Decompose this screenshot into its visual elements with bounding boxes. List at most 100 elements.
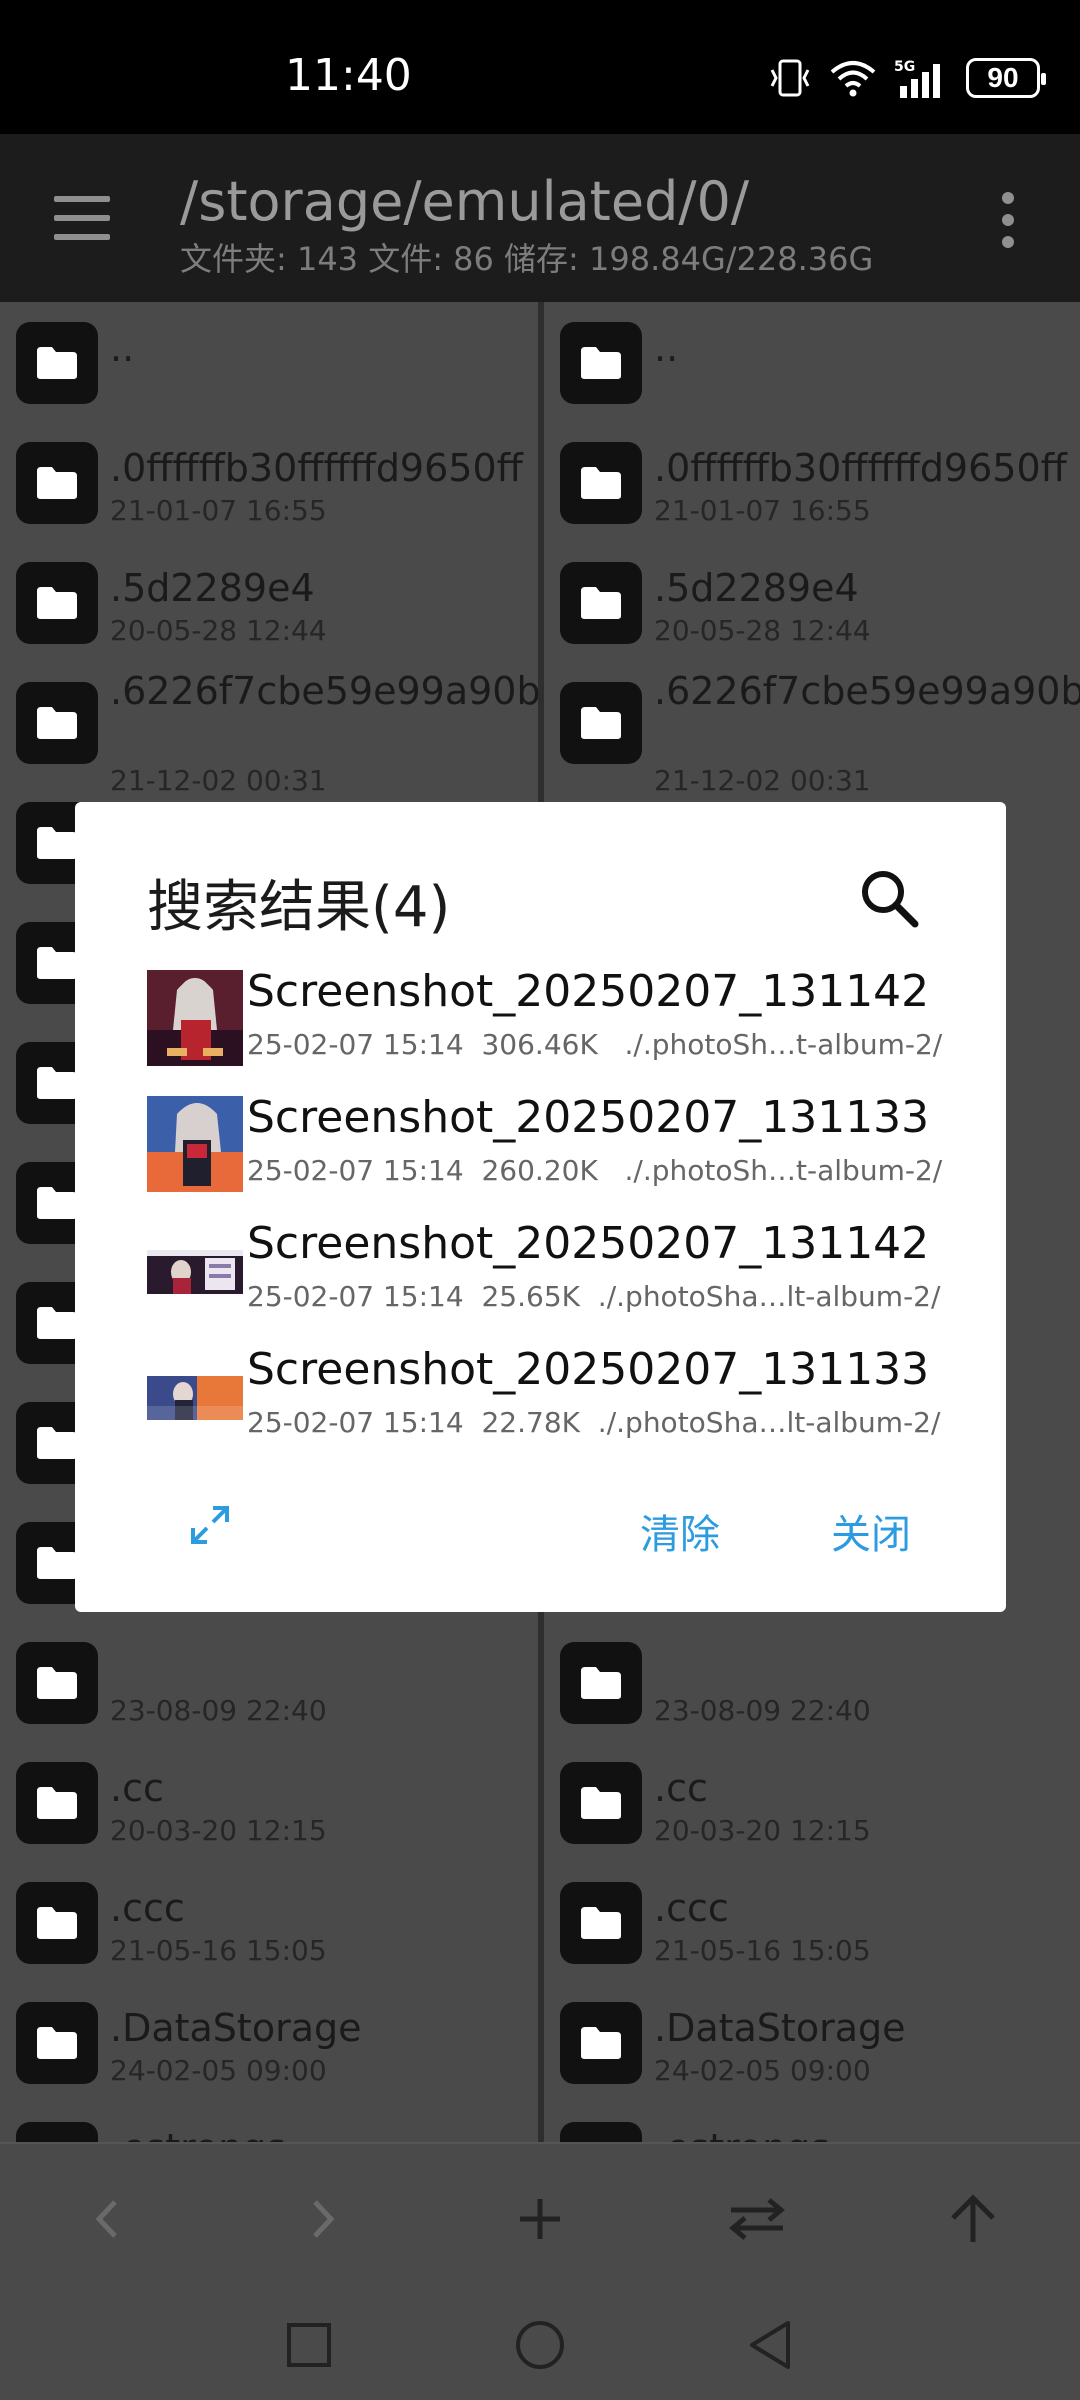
file-list-item[interactable]: .DataStorage 24-02-05 09:00 (544, 1982, 1080, 2102)
file-date: 21-05-16 15:05 (654, 1934, 871, 1967)
file-list-item[interactable]: .0ffffffb30ffffffd9650ff 21-01-07 16:55 (544, 422, 1080, 542)
search-result-item[interactable]: Screenshot_20250207_131133… 25-02-07 15:… (147, 1344, 947, 1464)
folder-icon (16, 322, 98, 404)
file-name: .ccc (654, 1886, 729, 1930)
result-name: Screenshot_20250207_131133… (247, 1092, 927, 1143)
file-date: 24-02-05 09:00 (110, 2054, 327, 2087)
folder-icon (16, 682, 98, 764)
folder-icon (16, 562, 98, 644)
result-name: Screenshot_20250207_131133… (247, 1344, 927, 1395)
file-list-item[interactable]: 23-08-09 22:40 (544, 1622, 1080, 1742)
result-meta: 25-02-07 15:14 306.46K ./.photoSh…t-albu… (247, 1028, 943, 1061)
file-list-item[interactable]: .. (544, 302, 1080, 422)
file-date: 20-03-20 12:15 (654, 1814, 871, 1847)
battery-level: 90 (987, 62, 1019, 93)
home-icon[interactable] (505, 2310, 575, 2380)
result-thumbnail (147, 970, 243, 1066)
status-time: 11:40 (285, 50, 412, 101)
file-list-item[interactable]: .DataStorage 24-02-05 09:00 (0, 1982, 540, 2102)
folder-icon (560, 1762, 642, 1844)
expand-icon[interactable] (185, 1500, 235, 1550)
file-list-item[interactable]: .estrongs24-11-14 12:05 (544, 2102, 1080, 2142)
result-meta: 25-02-07 15:14 260.20K ./.photoSh…t-albu… (247, 1154, 943, 1187)
file-list-item[interactable]: .0ffffffb30ffffffd9650ff 21-01-07 16:55 (0, 422, 540, 542)
close-button[interactable]: 关闭 (831, 1502, 911, 1560)
result-name: Screenshot_20250207_131142… (247, 966, 927, 1017)
folder-icon (560, 1882, 642, 1964)
search-icon[interactable] (855, 864, 925, 934)
result-thumbnail (147, 1250, 243, 1294)
file-name: .estrongs (654, 2126, 830, 2142)
result-meta: 25-02-07 15:14 22.78K ./.photoSha…lt-alb… (247, 1406, 941, 1439)
file-list-item[interactable]: 23-08-09 22:40 (0, 1622, 540, 1742)
folder-icon (16, 442, 98, 524)
file-name: .. (654, 326, 679, 370)
folder-icon (16, 1882, 98, 1964)
file-date: 23-08-09 22:40 (110, 1694, 327, 1727)
file-date: 20-05-28 12:44 (654, 614, 871, 647)
folder-icon (16, 1762, 98, 1844)
menu-icon[interactable] (50, 196, 118, 240)
file-name: .6226f7cbe59e99a90b5cef6f94f966fd (654, 669, 1080, 713)
search-result-item[interactable]: Screenshot_20250207_131142… 25-02-07 15:… (147, 966, 947, 1086)
status-icons: 5G 90 (768, 56, 1046, 100)
file-list-item[interactable]: .. (0, 302, 540, 422)
system-nav-bar (0, 2288, 1080, 2400)
forward-arrow-icon[interactable] (288, 2184, 358, 2254)
file-list-item[interactable]: .ccc 21-05-16 15:05 (0, 1862, 540, 1982)
file-date: 20-05-28 12:44 (110, 614, 327, 647)
folder-icon (560, 682, 642, 764)
folder-icon (560, 1642, 642, 1724)
file-list-item[interactable]: .6226f7cbe59e99a90b5cef6f94f966fd21-12-0… (0, 662, 540, 797)
file-list-item[interactable]: .5d2289e4 20-05-28 12:44 (0, 542, 540, 662)
recent-apps-icon[interactable] (274, 2310, 344, 2380)
swap-panes-icon[interactable] (722, 2184, 792, 2254)
file-list-item[interactable]: .ccc 21-05-16 15:05 (544, 1862, 1080, 1982)
file-list-item[interactable]: .6226f7cbe59e99a90b5cef6f94f966fd21-12-0… (544, 662, 1080, 797)
file-list-item[interactable]: .estrongs24-11-14 12:05 (0, 2102, 540, 2142)
file-date: 23-08-09 22:40 (654, 1694, 871, 1727)
back-arrow-icon[interactable] (72, 2184, 142, 2254)
network-label: 5G (894, 59, 915, 75)
folder-icon (16, 1642, 98, 1724)
file-name: .5d2289e4 (110, 566, 315, 610)
bottom-toolbar (0, 2142, 1080, 2288)
file-date: 20-03-20 12:15 (110, 1814, 327, 1847)
folder-icon (560, 442, 642, 524)
file-name: .cc (110, 1766, 164, 1810)
file-date: 24-02-05 09:00 (654, 2054, 871, 2087)
search-results-dialog: 搜索结果(4) Screenshot_20250207_131142… 25-0… (75, 802, 1006, 1612)
storage-summary: 文件夹: 143 文件: 86 储存: 198.84G/228.36G (180, 240, 874, 278)
folder-icon (560, 2122, 642, 2142)
up-directory-icon[interactable] (938, 2184, 1008, 2254)
file-list-item[interactable]: .5d2289e4 20-05-28 12:44 (544, 542, 1080, 662)
app-bar: /storage/emulated/0/ 文件夹: 143 文件: 86 储存:… (0, 134, 1080, 302)
file-list-item[interactable]: .cc 20-03-20 12:15 (0, 1742, 540, 1862)
add-icon[interactable] (505, 2184, 575, 2254)
folder-icon (560, 2002, 642, 2084)
file-date: 21-01-07 16:55 (654, 494, 871, 527)
folder-icon (560, 322, 642, 404)
file-list-item[interactable]: .cc 20-03-20 12:15 (544, 1742, 1080, 1862)
file-date: 21-05-16 15:05 (110, 1934, 327, 1967)
more-options-icon[interactable] (996, 192, 1020, 248)
system-back-icon[interactable] (735, 2310, 805, 2380)
file-name: .ccc (110, 1886, 185, 1930)
file-name: .0ffffffb30ffffffd9650ff (110, 446, 523, 490)
result-thumbnail (147, 1096, 243, 1192)
battery-indicator: 90 (966, 58, 1046, 98)
path-title: /storage/emulated/0/ (180, 170, 750, 233)
file-name: .6226f7cbe59e99a90b5cef6f94f966fd (110, 669, 540, 713)
file-name: .5d2289e4 (654, 566, 859, 610)
clear-button[interactable]: 清除 (640, 1502, 720, 1560)
dialog-title: 搜索结果(4) (147, 875, 451, 940)
vibrate-icon (770, 59, 810, 97)
file-date: 21-01-07 16:55 (110, 494, 327, 527)
search-result-item[interactable]: Screenshot_20250207_131133… 25-02-07 15:… (147, 1092, 947, 1212)
file-name: .. (110, 326, 135, 370)
signal-5g-icon: 5G (894, 59, 940, 98)
status-bar: 11:40 5G 90 (0, 0, 1080, 134)
result-meta: 25-02-07 15:14 25.65K ./.photoSha…lt-alb… (247, 1280, 941, 1313)
search-result-item[interactable]: Screenshot_20250207_131142… 25-02-07 15:… (147, 1218, 947, 1338)
file-name: .estrongs (110, 2126, 286, 2142)
